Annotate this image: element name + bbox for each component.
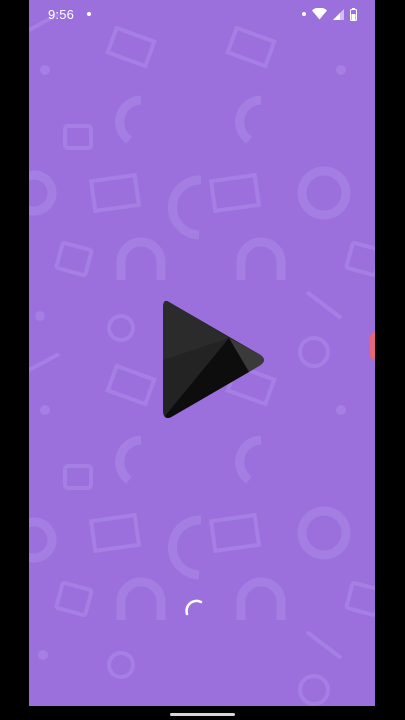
- pattern-picture-icon: [88, 512, 142, 554]
- google-play-movies-logo-icon: [163, 300, 264, 418]
- pattern-line-icon: [29, 352, 60, 372]
- pattern-ring-icon: [297, 166, 351, 220]
- status-icons: [302, 6, 357, 22]
- gesture-home-handle[interactable]: [170, 713, 235, 716]
- pattern-arc-icon: [168, 515, 202, 580]
- edge-panel-handle[interactable]: [370, 332, 375, 360]
- pattern-picture-icon: [88, 172, 142, 214]
- pattern-ring-icon: [29, 170, 57, 216]
- pattern-arc-icon: [168, 175, 202, 240]
- status-time: 9:56: [48, 7, 75, 22]
- pattern-camera-icon: [63, 464, 93, 490]
- pattern-dot-icon: [35, 311, 45, 321]
- notification-dot-icon: [87, 12, 91, 16]
- pattern-projector-icon: [298, 336, 330, 368]
- status-bar: 9:56: [29, 0, 375, 28]
- pattern-magnet-icon: [236, 577, 286, 620]
- pattern-arc-icon: [115, 95, 142, 144]
- pattern-film-icon: [105, 363, 157, 407]
- pattern-projector-icon: [298, 674, 330, 706]
- pattern-ticket-icon: [54, 581, 94, 617]
- pattern-line-icon: [305, 630, 343, 660]
- pattern-line-icon: [305, 290, 343, 320]
- pattern-ticket-icon: [344, 581, 375, 617]
- battery-icon: [350, 7, 357, 21]
- status-dot-icon: [302, 12, 306, 16]
- pattern-magnet-icon: [116, 237, 166, 280]
- pattern-film-icon: [105, 25, 157, 69]
- pattern-picture-icon: [208, 512, 262, 554]
- pattern-arc-icon: [235, 95, 262, 144]
- pattern-ring-icon: [29, 517, 57, 563]
- pattern-projector-icon: [107, 651, 135, 679]
- pattern-picture-icon: [208, 172, 262, 214]
- pattern-arc-icon: [235, 435, 262, 484]
- app-screen: 9:56: [29, 0, 375, 706]
- pattern-ring-icon: [297, 506, 351, 560]
- loading-spinner-icon: [185, 599, 203, 616]
- pattern-dot-icon: [38, 650, 48, 660]
- pattern-dot-icon: [336, 65, 346, 75]
- pattern-magnet-icon: [236, 237, 286, 280]
- pattern-ticket-icon: [54, 241, 94, 277]
- pattern-projector-icon: [107, 314, 135, 342]
- pattern-dot-icon: [336, 405, 346, 415]
- pattern-film-icon: [225, 25, 277, 69]
- pattern-magnet-icon: [116, 577, 166, 620]
- wifi-icon: [312, 8, 327, 20]
- pattern-dot-icon: [40, 65, 50, 75]
- cellular-signal-icon: [333, 8, 344, 20]
- pattern-arc-icon: [115, 435, 142, 484]
- pattern-ticket-icon: [344, 241, 375, 277]
- pattern-camera-icon: [63, 124, 93, 150]
- pattern-dot-icon: [40, 405, 50, 415]
